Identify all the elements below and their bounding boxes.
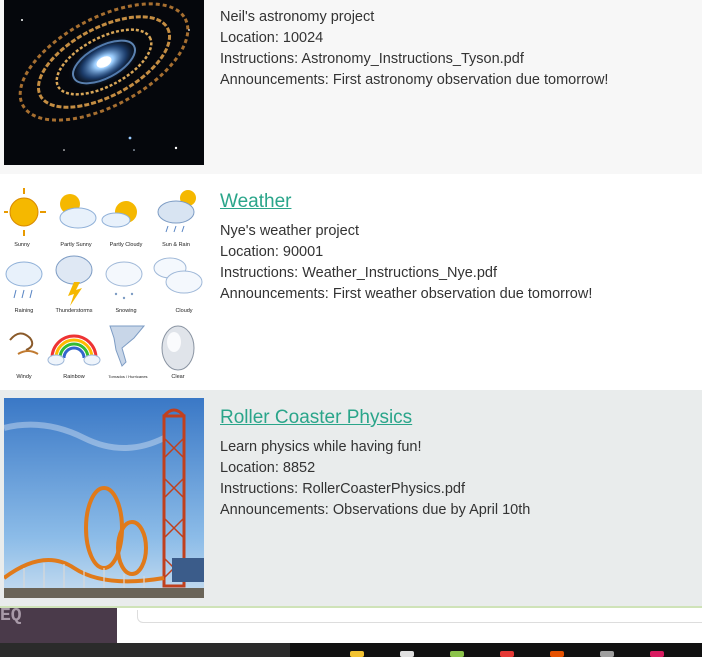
project-title-link[interactable]: Roller Coaster Physics: [220, 405, 692, 431]
weather-label: Rainbow: [63, 374, 84, 380]
weather-label: Partly Cloudy: [110, 242, 143, 248]
project-announcements: Announcements: First weather observation…: [220, 286, 593, 302]
project-info: Weather Nye's weather project Location: …: [220, 189, 692, 305]
project-location: Location: 8852: [220, 460, 316, 476]
project-location: Location: 10024: [220, 30, 324, 46]
browser-icon[interactable]: [400, 651, 414, 657]
weather-label: Raining: [15, 308, 34, 314]
raining-icon: Raining: [5, 261, 43, 314]
taskbar: [0, 643, 702, 657]
weather-label: Cloudy: [175, 308, 192, 314]
weather-label: Sunny: [14, 242, 30, 248]
partly-sunny-icon: Partly Sunny: [59, 194, 97, 248]
folder-icon[interactable]: [350, 651, 364, 657]
weather-label: Partly Sunny: [60, 242, 91, 248]
app-icon[interactable]: [450, 651, 464, 657]
project-card-astronomy: Neil's astronomy project Location: 10024…: [0, 0, 702, 174]
sunny-icon: Sunny: [4, 188, 46, 248]
rainbow-icon: Rainbow: [47, 334, 101, 380]
project-description: Learn physics while having fun!: [220, 439, 422, 455]
weather-label: Windy: [16, 374, 32, 380]
footer-left-panel: EQ: [0, 606, 117, 643]
partly-cloudy-icon: Partly Cloudy: [101, 201, 143, 248]
footer-input[interactable]: [137, 610, 702, 623]
project-announcements: Announcements: First astronomy observati…: [220, 72, 609, 88]
project-title-link[interactable]: Weather: [220, 189, 692, 215]
project-card-weather: Sunny Partly Sunny Partly Cloudy Sun & R…: [0, 174, 702, 390]
cloudy-icon: Cloudy: [153, 257, 203, 314]
app-icon[interactable]: [550, 651, 564, 657]
project-instructions: Instructions: Weather_Instructions_Nye.p…: [220, 265, 497, 281]
clear-icon: Clear: [161, 325, 195, 380]
roller-coaster-image: [4, 398, 204, 598]
project-info: Neil's astronomy project Location: 10024…: [220, 7, 692, 91]
galaxy-image: [4, 0, 204, 165]
project-instructions: Instructions: Astronomy_Instructions_Tys…: [220, 51, 524, 67]
weather-label: Tornados / Hurricanes: [108, 374, 147, 379]
project-announcements: Announcements: Observations due by April…: [220, 502, 531, 518]
weather-label: Clear: [171, 374, 184, 380]
sun-and-rain-icon: Sun & Rain: [157, 190, 196, 248]
weather-icons-image: Sunny Partly Sunny Partly Cloudy Sun & R…: [4, 182, 204, 385]
app-icon[interactable]: [650, 651, 664, 657]
project-instructions: Instructions: RollerCoasterPhysics.pdf: [220, 481, 465, 497]
app-icon[interactable]: [600, 651, 614, 657]
thunderstorms-icon: Thunderstorms: [55, 255, 93, 314]
project-description: Neil's astronomy project: [220, 9, 375, 25]
project-card-roller-coaster: Roller Coaster Physics Learn physics whi…: [0, 390, 702, 606]
snowing-icon: Snowing: [105, 261, 143, 314]
project-location: Location: 90001: [220, 244, 324, 260]
footer-left-text: EQ: [0, 606, 22, 626]
taskbar-apps: [290, 643, 702, 657]
project-info: Roller Coaster Physics Learn physics whi…: [220, 405, 692, 521]
app-icon[interactable]: [500, 651, 514, 657]
tornado-icon: Tornados / Hurricanes: [108, 325, 148, 379]
project-description: Nye's weather project: [220, 223, 359, 239]
windy-icon: Windy: [9, 332, 39, 380]
weather-label: Thunderstorms: [56, 308, 93, 314]
weather-label: Snowing: [115, 308, 136, 314]
weather-label: Sun & Rain: [162, 242, 190, 248]
